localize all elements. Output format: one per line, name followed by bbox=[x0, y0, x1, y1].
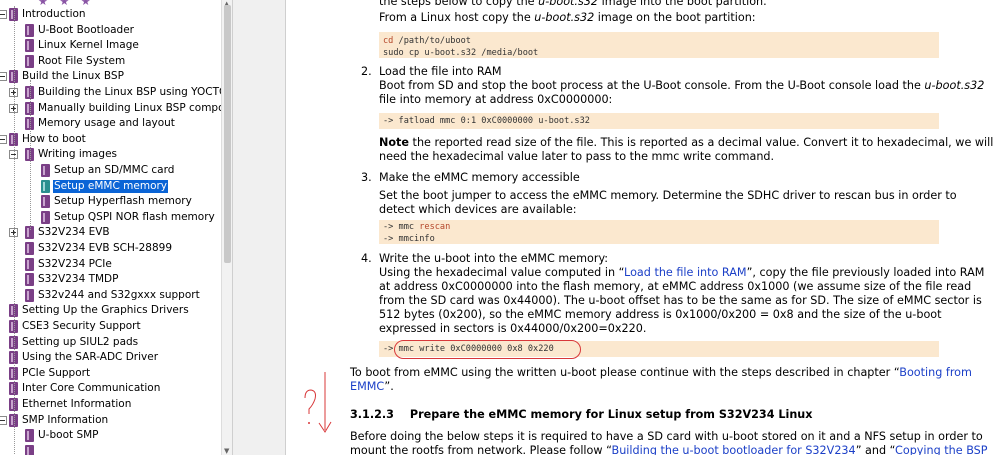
step-4-text-2: at address 0xC0000000 into the flash mem… bbox=[379, 280, 972, 293]
book-icon bbox=[41, 164, 50, 177]
red-question-arrow-annotation bbox=[304, 372, 332, 433]
tree-item-label: Setup eMMC memory bbox=[53, 179, 169, 193]
code-block-copy: cd /path/to/uboot sudo cp u-boot.s32 /me… bbox=[379, 32, 939, 58]
tree-item-label: Using the SAR-ADC Driver bbox=[22, 351, 159, 364]
document-pane: the steps below to copy the u-boot.s32 i… bbox=[287, 0, 999, 455]
book-icon bbox=[25, 444, 34, 455]
tree-item-label: Writing images bbox=[38, 148, 118, 161]
note-text-1: Note the reported read size of the file.… bbox=[379, 136, 994, 149]
tree-item-label: Build the Linux BSP bbox=[22, 70, 124, 83]
book-icon bbox=[41, 210, 50, 224]
note-text-2: need the hexadecimal value later to pass… bbox=[379, 150, 775, 163]
tree-connector-line bbox=[14, 6, 15, 455]
tree-item-label: Setup an SD/MMC card bbox=[54, 164, 175, 176]
book-icon bbox=[25, 273, 34, 287]
collapse-minus-icon[interactable] bbox=[0, 134, 7, 144]
intro-line-1: the steps below to copy the u-boot.s32 i… bbox=[379, 0, 767, 8]
tree-item-label: S32V234 EVB bbox=[38, 226, 110, 239]
step-4-number: 4. bbox=[361, 252, 372, 265]
step-2-number: 2. bbox=[361, 65, 372, 78]
step-3-text-2: detect which devices are available: bbox=[379, 203, 577, 216]
book-icon bbox=[25, 257, 34, 271]
tree-item-label: Root File System bbox=[38, 54, 126, 67]
tree-item-label: S32v244 and S32gxxx support bbox=[38, 288, 200, 301]
book-icon bbox=[25, 242, 34, 255]
tree-item-label: U-Boot Bootloader bbox=[38, 23, 134, 36]
code-block-rescan: -> mmc rescan -> mmcinfo bbox=[379, 220, 939, 244]
collapse-minus-icon[interactable] bbox=[0, 10, 7, 19]
collapse-minus-icon[interactable] bbox=[0, 72, 7, 82]
link-booting-from-emmc[interactable]: Booting from bbox=[899, 366, 972, 379]
link-copying-bsp[interactable]: Copying the BSP bbox=[895, 444, 987, 455]
tree-item-label: Ethernet Information bbox=[22, 398, 132, 410]
intro-line-2: From a Linux host copy the u-boot.s32 im… bbox=[379, 11, 756, 24]
tree-connector-line bbox=[30, 80, 31, 230]
tree-item-label: PCIe Support bbox=[22, 366, 91, 379]
book-icon bbox=[41, 195, 50, 209]
section-heading: 3.1.2.3 Prepare the eMMC memory for Linux… bbox=[350, 408, 813, 421]
pane-splitter[interactable] bbox=[232, 0, 286, 455]
last-text-2: mount the rootfs from network. Please fo… bbox=[350, 444, 988, 455]
last-text-1: Before doing the below steps it is requi… bbox=[350, 430, 983, 443]
step-2-title: Load the file into RAM bbox=[379, 65, 502, 78]
step-4-title: Write the u-boot into the eMMC memory: bbox=[379, 252, 609, 265]
scrollbar-thumb[interactable] bbox=[224, 5, 231, 263]
collapse-minus-icon[interactable] bbox=[0, 415, 7, 425]
tree-item-label: Setup Hyperflash memory bbox=[54, 195, 192, 208]
tree-item-label: S32V234 PCIe bbox=[38, 257, 112, 270]
step-3-number: 3. bbox=[361, 171, 372, 184]
step-2-text-1: Boot from SD and stop the boot process a… bbox=[379, 79, 985, 92]
book-icon bbox=[41, 179, 50, 193]
step-4-text-1: Using the hexadecimal value computed in … bbox=[379, 266, 985, 279]
after-text-1: To boot from eMMC using the written u-bo… bbox=[350, 366, 972, 379]
red-highlight-ellipse bbox=[394, 340, 581, 359]
tree-item-label: Building the Linux BSP using YOCTO bbox=[38, 86, 228, 98]
code-block-fatload: -> fatload mmc 0:1 0xC0000000 u-boot.s32 bbox=[379, 113, 939, 129]
step-2-text-2: file into memory at address 0xC0000000: bbox=[379, 93, 613, 106]
tree-item-label: Setting Up the Graphics Drivers bbox=[22, 304, 189, 317]
tree-item-label: Introduction bbox=[22, 8, 86, 20]
book-icon bbox=[25, 39, 34, 53]
step-4-text-5: expressed in sectors is 0x44000/0x200=0x… bbox=[379, 322, 647, 335]
after-text-2: EMMC”. bbox=[350, 380, 394, 393]
book-icon bbox=[25, 23, 34, 37]
toc-tree: ★ ★ ★ Introduction U-Boot Bootloader Linux… bbox=[0, 0, 232, 455]
step-4-text-4: 512 bytes (0x200), so the eMMC memory ad… bbox=[379, 308, 942, 321]
book-icon bbox=[25, 288, 34, 302]
tree-item-label: Setting up SIUL2 pads bbox=[22, 335, 139, 348]
tree-item-label: S32V234 EVB SCH-28899 bbox=[38, 242, 173, 254]
tree-item-label: Manually building Linux BSP componer bbox=[38, 101, 232, 114]
link-load-file-into-ram[interactable]: Load the file into RAM bbox=[624, 266, 747, 279]
tree-item-label: Linux Kernel Image bbox=[38, 39, 139, 52]
book-icon bbox=[25, 429, 34, 443]
step-3-text-1: Set the boot jumper to access the eMMC m… bbox=[379, 189, 957, 202]
tree-item-label: S32V234 TMDP bbox=[38, 273, 119, 286]
tree-top-ornament: ★ ★ ★ bbox=[38, 0, 95, 8]
tree-item-label: SMP Information bbox=[22, 413, 109, 426]
link-building-uboot[interactable]: Building the u-boot bootloader for S32V2… bbox=[612, 444, 856, 455]
step-3-title: Make the eMMC memory accessible bbox=[379, 171, 580, 184]
step-4-text-3: from the SD card was 0x44000). The u-boo… bbox=[379, 294, 982, 307]
tree-item-label: Inter Core Communication bbox=[22, 382, 161, 395]
tree-item-label: U-boot SMP bbox=[38, 429, 99, 442]
tree-scrollbar[interactable]: ▲ ▼ bbox=[221, 0, 232, 455]
tree-item-label: CSE3 Security Support bbox=[22, 320, 141, 332]
scroll-down-arrow-icon[interactable]: ▼ bbox=[224, 447, 229, 455]
book-icon bbox=[25, 54, 34, 68]
link-emmc[interactable]: EMMC bbox=[350, 380, 384, 393]
tree-item-label: Setup QSPI NOR flash memory bbox=[54, 210, 215, 223]
tree-item-label: Memory usage and layout bbox=[38, 117, 175, 130]
